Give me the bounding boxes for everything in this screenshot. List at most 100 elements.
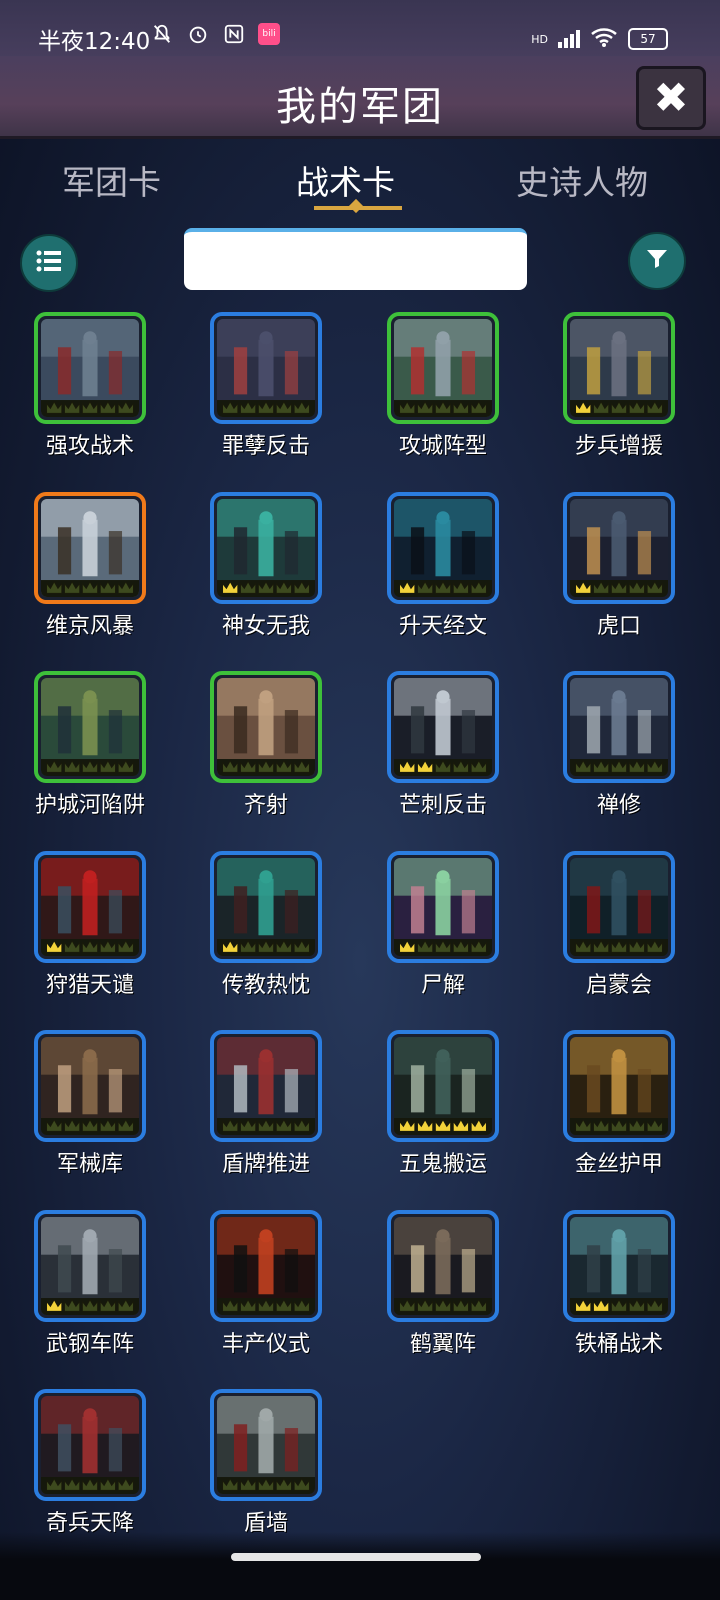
tactic-card[interactable]: 铁桶战术	[529, 1209, 709, 1385]
list-menu-button[interactable]	[20, 234, 78, 292]
filter-button[interactable]	[628, 232, 686, 290]
status-system-icons: HD 57	[531, 26, 668, 52]
card-label: 军械库	[56, 1152, 123, 1177]
card-artwork	[570, 857, 668, 956]
card-frame	[563, 850, 675, 963]
bell-off-icon	[150, 22, 174, 46]
status-time: 半夜12:40	[38, 29, 151, 55]
filter-icon	[645, 247, 669, 275]
tactic-card[interactable]: 护城河陷阱	[0, 671, 180, 846]
card-frame	[563, 1209, 675, 1322]
tab-tactic-cards[interactable]: 战术卡	[296, 156, 395, 204]
card-frame	[210, 850, 322, 963]
card-frame	[210, 312, 322, 424]
card-frame	[210, 1209, 322, 1322]
tactic-card[interactable]: 启蒙会	[529, 850, 709, 1026]
tactic-card[interactable]: 芒刺反击	[353, 671, 533, 846]
page-title: 我的军团	[276, 84, 444, 130]
alarm-icon	[186, 22, 210, 46]
card-frame	[563, 1030, 675, 1142]
tab-epic-characters[interactable]: 史诗人物	[516, 156, 648, 204]
card-artwork	[41, 1396, 139, 1494]
card-label: 步兵增援	[574, 434, 663, 459]
card-artwork	[217, 498, 315, 597]
card-frame	[210, 491, 322, 604]
search-input[interactable]	[184, 228, 527, 290]
card-frame	[387, 671, 499, 783]
card-label: 神女无我	[221, 613, 310, 639]
card-artwork	[570, 319, 668, 417]
card-frame	[387, 850, 499, 963]
app-notification-icon: bili	[258, 23, 280, 45]
card-artwork	[394, 319, 492, 417]
tactic-card[interactable]: 鹤翼阵	[353, 1209, 533, 1385]
card-frame	[34, 312, 146, 424]
card-artwork	[217, 1216, 315, 1315]
card-artwork	[570, 678, 668, 776]
tactic-card[interactable]: 盾牌推进	[176, 1030, 356, 1205]
card-frame	[210, 671, 322, 783]
card-artwork	[217, 1396, 315, 1494]
tactic-card[interactable]: 步兵增援	[529, 312, 709, 487]
card-frame	[563, 491, 675, 604]
tactic-card[interactable]: 齐射	[176, 671, 356, 846]
list-icon	[35, 249, 63, 277]
tab-bar: 军团卡 战术卡 史诗人物	[0, 150, 720, 220]
card-label: 鹤翼阵	[409, 1331, 476, 1357]
tactic-card[interactable]: 强攻战术	[0, 312, 180, 487]
card-frame	[34, 671, 146, 783]
card-artwork	[217, 678, 315, 776]
card-artwork	[394, 498, 492, 597]
card-label: 武钢车阵	[45, 1331, 134, 1357]
card-label: 齐射	[243, 793, 288, 818]
card-artwork	[41, 1216, 139, 1315]
card-artwork	[394, 1037, 492, 1135]
card-artwork	[41, 1037, 139, 1135]
home-indicator[interactable]	[231, 1553, 481, 1561]
tactic-card[interactable]: 禅修	[529, 671, 709, 846]
card-label: 维京风暴	[45, 613, 134, 639]
tactic-card[interactable]: 金丝护甲	[529, 1030, 709, 1205]
card-label: 强攻战术	[45, 434, 134, 459]
card-label: 五鬼搬运	[398, 1152, 487, 1177]
tactic-card[interactable]: 尸解	[353, 850, 533, 1026]
card-artwork	[394, 678, 492, 776]
tab-legion-cards[interactable]: 军团卡	[62, 156, 161, 204]
card-frame	[563, 312, 675, 424]
hd-label: HD	[531, 32, 548, 46]
card-frame	[210, 1030, 322, 1142]
card-artwork	[217, 1037, 315, 1135]
header: 我的军团 ✖	[0, 56, 720, 139]
card-frame	[34, 850, 146, 963]
card-artwork	[217, 857, 315, 956]
card-artwork	[41, 498, 139, 597]
card-artwork	[570, 1037, 668, 1135]
card-artwork	[41, 678, 139, 776]
card-frame	[387, 1030, 499, 1142]
card-label: 金丝护甲	[574, 1152, 663, 1177]
tactic-card[interactable]: 传教热忱	[176, 850, 356, 1026]
battery-indicator: 57	[628, 28, 668, 50]
tactic-card[interactable]: 升天经文	[353, 491, 533, 667]
signal-icon	[558, 30, 580, 48]
tactic-card[interactable]: 军械库	[0, 1030, 180, 1205]
tactic-card[interactable]: 狩猎天谴	[0, 850, 180, 1026]
status-notification-icons: bili	[150, 22, 280, 46]
card-frame	[210, 1389, 322, 1501]
card-frame	[34, 1389, 146, 1501]
card-label: 启蒙会	[585, 972, 652, 998]
card-label: 传教热忱	[221, 972, 310, 998]
card-label: 护城河陷阱	[34, 793, 145, 818]
tactic-card[interactable]: 神女无我	[176, 491, 356, 667]
tactic-card[interactable]: 维京风暴	[0, 491, 180, 667]
bottom-fade	[0, 1532, 720, 1600]
tactic-card[interactable]: 五鬼搬运	[353, 1030, 533, 1205]
tactic-card[interactable]: 丰产仪式	[176, 1209, 356, 1385]
card-label: 虎口	[596, 613, 641, 639]
tactic-card[interactable]: 武钢车阵	[0, 1209, 180, 1385]
tactic-card[interactable]: 攻城阵型	[353, 312, 533, 487]
tactic-card[interactable]: 虎口	[529, 491, 709, 667]
card-frame	[34, 1030, 146, 1142]
close-button[interactable]: ✖	[636, 66, 706, 130]
tactic-card[interactable]: 罪孽反击	[176, 312, 356, 487]
